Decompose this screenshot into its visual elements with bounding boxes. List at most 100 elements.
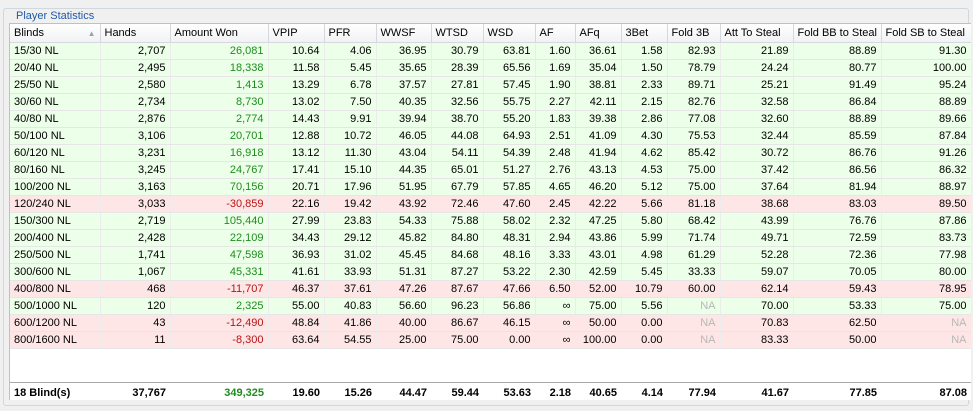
cell-att-to-steal: 25.21	[720, 76, 794, 94]
cell-fold-bb-to-steal: 91.49	[793, 76, 882, 94]
cell-amount-won: 8,730	[170, 93, 269, 111]
table-row[interactable]: 120/240 NL 3,033 -30,859 22.16 19.42 43.92 72.…	[10, 195, 971, 213]
table-row[interactable]: 40/80 NL 2,876 2,774 14.43 9.91 39.94 38.70 55.…	[10, 110, 971, 128]
cell-wsd: 53.22	[483, 263, 536, 281]
cell-blinds: 25/50 NL	[10, 76, 101, 94]
table-row[interactable]: 100/200 NL 3,163 70,156 20.71 17.96 51.95 67.7…	[10, 178, 971, 196]
cell-af: 2.48	[535, 144, 576, 162]
cell-vpip: 22.16	[268, 195, 325, 213]
column-header-label: Blinds	[14, 27, 44, 39]
cell-fold-bb-to-steal: 88.89	[793, 42, 882, 60]
cell-wsd: 46.15	[483, 314, 536, 332]
cell-af: ∞	[535, 314, 576, 332]
column-header-wtsd[interactable]: WTSD	[431, 24, 484, 43]
cell-wtsd: 72.46	[431, 195, 484, 213]
cell-wtsd: 75.88	[431, 212, 484, 230]
cell-pfr: 5.45	[324, 59, 377, 77]
table-row[interactable]: 200/400 NL 2,428 22,109 34.43 29.12 45.82 84.8…	[10, 229, 971, 247]
table-row[interactable]: 60/120 NL 3,231 16,918 13.12 11.30 43.04 54.11…	[10, 144, 971, 162]
total-afq: 40.65	[575, 382, 621, 400]
total-pfr: 15.26	[324, 382, 376, 400]
total-wtsd: 59.44	[431, 382, 483, 400]
cell-fold-sb-to-steal: NA	[881, 314, 971, 332]
table-row[interactable]: 30/60 NL 2,734 8,730 13.02 7.50 40.35 32.56 55.…	[10, 93, 971, 111]
cell-wwsf: 37.57	[376, 76, 432, 94]
column-header-label: Fold SB to Steal	[885, 27, 966, 39]
cell-wwsf: 45.82	[376, 229, 432, 247]
cell-vpip: 14.43	[268, 110, 325, 128]
cell-wsd: 0.00	[483, 331, 536, 349]
cell-wtsd: 86.67	[431, 314, 484, 332]
cell-att-to-steal: 43.99	[720, 212, 794, 230]
column-header-fold-3b[interactable]: Fold 3B	[667, 24, 721, 43]
table-row[interactable]: 600/1200 NL 43 -12,490 48.84 41.86 40.00 86.67…	[10, 314, 971, 332]
column-header-hands[interactable]: Hands	[100, 24, 171, 43]
table-row[interactable]: 400/800 NL 468 -11,707 46.37 37.61 47.26 87.67…	[10, 280, 971, 298]
cell-fold-3b: 71.74	[667, 229, 721, 247]
total-att-to-steal: 41.67	[720, 382, 793, 400]
column-header-amount-won[interactable]: Amount Won	[170, 24, 269, 43]
table-row[interactable]: 800/1600 NL 11 -8,300 63.64 54.55 25.00 75.00 0…	[10, 331, 971, 349]
column-header-fold-bb-to-steal[interactable]: Fold BB to Steal	[793, 24, 882, 43]
column-header-wsd[interactable]: WSD	[483, 24, 536, 43]
cell-blinds: 40/80 NL	[10, 110, 101, 128]
column-header-afq[interactable]: AFq	[575, 24, 622, 43]
cell-fold-3b: NA	[667, 297, 721, 315]
column-header-pfr[interactable]: PFR	[324, 24, 377, 43]
cell-pfr: 7.50	[324, 93, 377, 111]
column-header-label: Hands	[104, 27, 137, 39]
cell-hands: 2,734	[100, 93, 171, 111]
column-header-fold-sb-to-steal[interactable]: Fold SB to Steal	[881, 24, 971, 43]
cell-fold-3b: 61.29	[667, 246, 721, 264]
cell-3bet: 5.66	[621, 195, 668, 213]
cell-fold-sb-to-steal: 87.84	[881, 127, 971, 145]
cell-wsd: 54.39	[483, 144, 536, 162]
cell-fold-3b: 82.76	[667, 93, 721, 111]
cell-afq: 42.11	[575, 93, 622, 111]
cell-fold-3b: NA	[667, 314, 721, 332]
table-row[interactable]: 80/160 NL 3,245 24,767 17.41 15.10 44.35 65.01…	[10, 161, 971, 179]
cell-fold-sb-to-steal: 75.00	[881, 297, 971, 315]
column-header-att-to-steal[interactable]: Att To Steal	[720, 24, 794, 43]
cell-fold-sb-to-steal: 91.30	[881, 42, 971, 60]
table-row[interactable]: 500/1000 NL 120 2,325 55.00 40.83 56.60 96.23 5…	[10, 297, 971, 315]
table-row[interactable]: 50/100 NL 3,106 20,701 12.88 10.72 46.05 44.08…	[10, 127, 971, 145]
column-header-af[interactable]: AF	[535, 24, 576, 43]
table-row[interactable]: 15/30 NL 2,707 26,081 10.64 4.06 36.95 30.79 63…	[10, 42, 971, 60]
cell-hands: 3,033	[100, 195, 171, 213]
cell-fold-bb-to-steal: 86.76	[793, 144, 882, 162]
cell-3bet: 5.80	[621, 212, 668, 230]
cell-fold-sb-to-steal: 88.89	[881, 93, 971, 111]
cell-amount-won: 20,701	[170, 127, 269, 145]
cell-fold-bb-to-steal: 83.03	[793, 195, 882, 213]
cell-fold-3b: 75.00	[667, 161, 721, 179]
total-hands: 37,767	[100, 382, 170, 400]
table-row[interactable]: 300/600 NL 1,067 45,331 41.61 33.93 51.31 87.2…	[10, 263, 971, 281]
table-row[interactable]: 20/40 NL 2,495 18,338 11.58 5.45 35.65 28.39 65…	[10, 59, 971, 77]
statistics-grid[interactable]: Blinds ▲ Hands Amount Won VPIP PFR WWSF WTSD WSD…	[9, 23, 971, 400]
table-row[interactable]: 150/300 NL 2,719 105,440 27.99 23.83 54.33 75.…	[10, 212, 971, 230]
cell-wsd: 48.16	[483, 246, 536, 264]
table-row[interactable]: 250/500 NL 1,741 47,598 36.93 31.02 45.45 84.6…	[10, 246, 971, 264]
column-header-blinds[interactable]: Blinds ▲	[10, 24, 101, 43]
cell-amount-won: 70,156	[170, 178, 269, 196]
column-header-3bet[interactable]: 3Bet	[621, 24, 668, 43]
cell-wtsd: 32.56	[431, 93, 484, 111]
cell-fold-bb-to-steal: 86.56	[793, 161, 882, 179]
cell-afq: 39.38	[575, 110, 622, 128]
cell-fold-bb-to-steal: 72.36	[793, 246, 882, 264]
cell-att-to-steal: 32.44	[720, 127, 794, 145]
column-header-wwsf[interactable]: WWSF	[376, 24, 432, 43]
cell-fold-sb-to-steal: NA	[881, 331, 971, 349]
cell-amount-won: 47,598	[170, 246, 269, 264]
cell-wsd: 58.02	[483, 212, 536, 230]
cell-vpip: 63.64	[268, 331, 325, 349]
table-row[interactable]: 25/50 NL 2,580 1,413 13.29 6.78 37.57 27.81 57.…	[10, 76, 971, 94]
cell-blinds: 200/400 NL	[10, 229, 101, 247]
cell-pfr: 41.86	[324, 314, 377, 332]
column-header-vpip[interactable]: VPIP	[268, 24, 325, 43]
cell-wwsf: 54.33	[376, 212, 432, 230]
cell-af: 2.76	[535, 161, 576, 179]
cell-pfr: 10.72	[324, 127, 377, 145]
cell-att-to-steal: 24.24	[720, 59, 794, 77]
